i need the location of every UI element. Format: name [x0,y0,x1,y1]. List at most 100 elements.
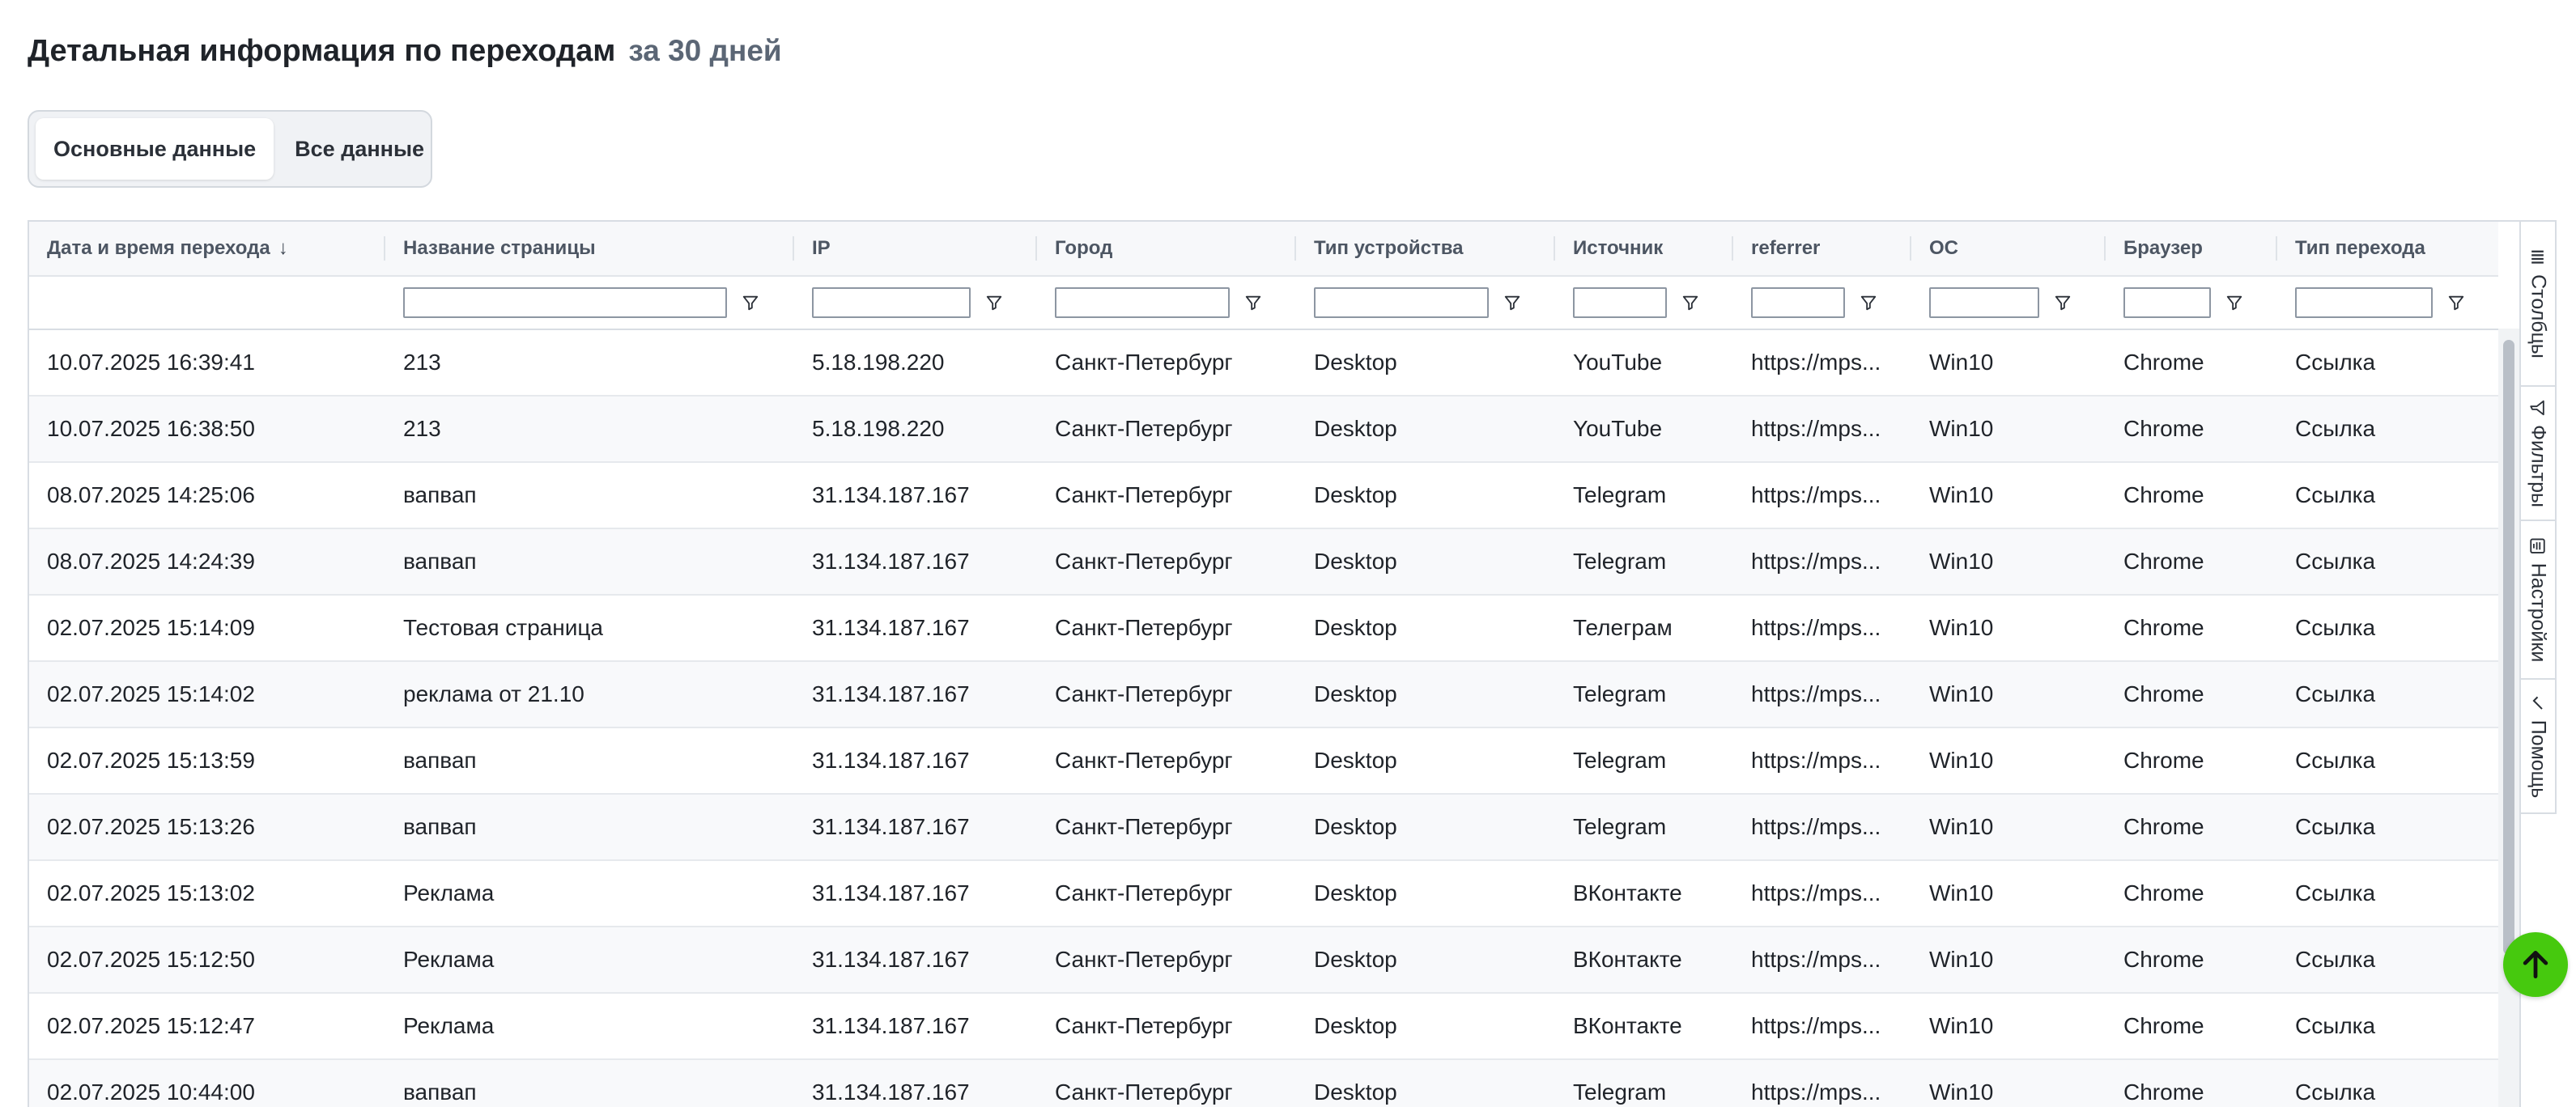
filter-input-browser[interactable] [2123,287,2211,318]
cell-ip: 31.134.187.167 [812,947,970,972]
side-tab-settings[interactable]: Настройки [2521,521,2555,680]
transitions-grid: Дата и время перехода ↓ Название страниц… [28,220,2521,1107]
cell-referrer: https://mps... [1733,927,1911,992]
cell-transition-type: Ссылка [2295,416,2376,441]
cell-city: Санкт-Петербург [1055,1013,1233,1038]
filter-icon[interactable] [742,294,759,312]
table-row[interactable]: 08.07.2025 14:24:39 вапвап 31.134.187.16… [29,529,2498,596]
scroll-to-top-button[interactable] [2503,932,2568,997]
column-header-source[interactable]: Источник [1555,222,1733,275]
cell-datetime: 02.07.2025 15:13:26 [47,814,255,839]
cell-browser: Chrome [2123,482,2204,507]
filter-icon[interactable] [2054,294,2072,312]
cell-browser: Chrome [2123,1079,2204,1105]
column-header-referrer[interactable]: referrer [1733,222,1911,275]
column-header-label: Тип перехода [2295,237,2425,259]
scrollbar-thumb[interactable] [2503,340,2514,955]
cell-datetime: 02.07.2025 15:13:59 [47,748,255,773]
cell-city: Санкт-Петербург [1055,947,1233,972]
cell-device-type: Desktop [1314,615,1397,640]
table-row[interactable]: 02.07.2025 15:13:26 вапвап 31.134.187.16… [29,795,2498,861]
cell-device-type: Desktop [1314,1079,1397,1105]
filter-icon[interactable] [1860,294,1877,312]
cell-browser: Chrome [2123,350,2204,375]
cell-transition-type: Ссылка [2295,1013,2376,1038]
filter-input-source[interactable] [1573,287,1667,318]
cell-referrer: https://mps... [1733,463,1911,528]
cell-os: Win10 [1929,947,1994,972]
cell-transition-type: Ссылка [2295,482,2376,507]
table-row[interactable]: 10.07.2025 16:38:50 213 5.18.198.220 Сан… [29,397,2498,463]
column-header-ip[interactable]: IP [794,222,1037,275]
filter-input-transition-type[interactable] [2295,287,2433,318]
filter-input-os[interactable] [1929,287,2039,318]
cell-transition-type: Ссылка [2295,748,2376,773]
cell-page-name: вапвап [403,482,477,507]
side-tab-filters[interactable]: Фильтры [2521,387,2555,521]
cell-device-type: Desktop [1314,814,1397,839]
column-header-browser[interactable]: Браузер [2106,222,2277,275]
cell-transition-type: Ссылка [2295,350,2376,375]
cell-referrer: https://mps... [1733,994,1911,1058]
column-header-label: Тип устройства [1314,237,1464,259]
filter-input-city[interactable] [1055,287,1230,318]
filter-icon[interactable] [985,294,1003,312]
column-header-city[interactable]: Город [1037,222,1296,275]
filter-cell-transition-type [2277,277,2498,329]
filter-input-page-name[interactable] [403,287,727,318]
filter-icon[interactable] [2447,294,2465,312]
cell-transition-type: Ссылка [2295,814,2376,839]
table-row[interactable]: 02.07.2025 15:12:50 Реклама 31.134.187.1… [29,927,2498,994]
cell-page-name: Реклама [403,947,495,972]
filter-input-referrer[interactable] [1751,287,1845,318]
column-header-transition-type[interactable]: Тип перехода [2277,222,2498,275]
table-row[interactable]: 08.07.2025 14:25:06 вапвап 31.134.187.16… [29,463,2498,529]
cell-datetime: 02.07.2025 10:44:00 [47,1079,255,1105]
table-row[interactable]: 02.07.2025 15:13:02 Реклама 31.134.187.1… [29,861,2498,927]
cell-page-name: вапвап [403,549,477,574]
cell-page-name: Реклама [403,880,495,906]
cell-ip: 31.134.187.167 [812,681,970,706]
cell-page-name: вапвап [403,1079,477,1105]
filter-cell-empty [29,277,385,329]
filter-input-device-type[interactable] [1314,287,1489,318]
filter-icon[interactable] [1681,294,1699,312]
column-header-label: Источник [1573,237,1664,259]
referrer-text: https://mps... [1751,1079,1881,1105]
column-header-os[interactable]: ОС [1911,222,2106,275]
sort-desc-icon[interactable]: ↓ [278,237,288,260]
table-row[interactable]: 02.07.2025 15:14:02 реклама от 21.10 31.… [29,662,2498,728]
table-row[interactable]: 02.07.2025 10:44:00 вапвап 31.134.187.16… [29,1060,2498,1107]
column-header-page-name[interactable]: Название страницы [385,222,794,275]
cell-page-name: 213 [403,416,441,441]
cell-os: Win10 [1929,416,1994,441]
cell-browser: Chrome [2123,681,2204,706]
tab-basic-data[interactable]: Основные данные [36,118,274,180]
cell-ip: 31.134.187.167 [812,482,970,507]
cell-city: Санкт-Петербург [1055,416,1233,441]
filter-icon[interactable] [2225,294,2243,312]
column-header-datetime[interactable]: Дата и время перехода ↓ [29,222,385,275]
cell-datetime: 10.07.2025 16:39:41 [47,350,255,375]
table-row[interactable]: 02.07.2025 15:13:59 вапвап 31.134.187.16… [29,728,2498,795]
period-label: за 30 дней [628,34,782,67]
cell-device-type: Desktop [1314,549,1397,574]
filter-icon[interactable] [1244,294,1262,312]
column-header-label: Название страницы [403,237,596,259]
cell-city: Санкт-Петербург [1055,350,1233,375]
cell-referrer: https://mps... [1733,662,1911,727]
filter-input-ip[interactable] [812,287,971,318]
filter-icon[interactable] [1503,294,1521,312]
column-header-device-type[interactable]: Тип устройства [1296,222,1555,275]
tab-all-data[interactable]: Все данные [277,118,442,180]
table-row[interactable]: 02.07.2025 15:14:09 Тестовая страница 31… [29,596,2498,662]
table-row[interactable]: 02.07.2025 15:12:47 Реклама 31.134.187.1… [29,994,2498,1060]
cell-os: Win10 [1929,1013,1994,1038]
side-tab-columns[interactable]: Столбцы [2521,222,2555,387]
side-tab-help[interactable]: Помощь [2521,680,2555,812]
table-row[interactable]: 10.07.2025 16:39:41 213 5.18.198.220 Сан… [29,330,2498,397]
cell-datetime: 02.07.2025 15:13:02 [47,880,255,906]
cell-ip: 31.134.187.167 [812,615,970,640]
cell-source: YouTube [1573,416,1663,441]
cell-source: ВКонтакте [1573,1013,1682,1038]
